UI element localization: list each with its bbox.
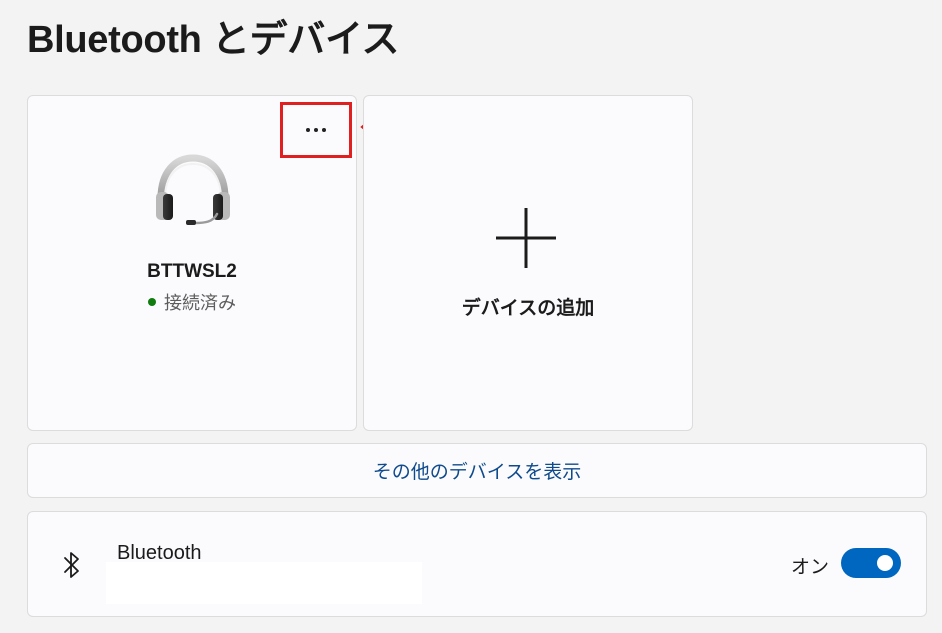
headset-icon [156, 154, 230, 225]
device-card-bttwsl2[interactable]: BTTWSL2 接続済み [27, 95, 357, 431]
redacted-area [106, 562, 422, 604]
bluetooth-row: Bluetooth オン [27, 511, 927, 617]
toggle-knob [877, 555, 893, 571]
bluetooth-toggle[interactable] [841, 548, 901, 578]
show-more-devices-button[interactable]: その他のデバイスを表示 [27, 443, 927, 498]
device-name: BTTWSL2 [147, 261, 237, 282]
more-icon [306, 128, 326, 132]
add-device-label: デバイスの追加 [461, 298, 595, 319]
add-device-card[interactable]: デバイスの追加 [363, 95, 693, 431]
more-options-button[interactable] [280, 102, 352, 158]
page-title: Bluetooth とデバイス [27, 19, 400, 61]
device-status: 接続済み [28, 289, 356, 315]
connected-status-dot [148, 298, 156, 307]
device-status-text: 接続済み [164, 293, 236, 313]
plus-icon [496, 208, 556, 268]
toggle-state-label: オン [791, 557, 830, 578]
bluetooth-icon [64, 552, 79, 578]
